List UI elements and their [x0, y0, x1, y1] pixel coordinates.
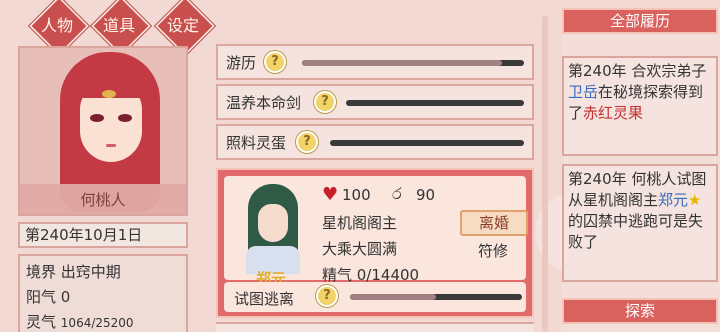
spouse-task-row: 试图逃离 ? [224, 282, 526, 312]
history-item: 赤红灵果 [583, 104, 644, 122]
task-scrollbar[interactable] [542, 16, 548, 332]
realm-row: 境界 出窍中期 [26, 260, 180, 285]
spouse-card[interactable]: 郑元 ♥ 100 ර 90 星机阁阁主 大乘大圆满 精气 0/14400 离婚 … [216, 168, 534, 318]
yang-label: 阳气 [26, 288, 57, 306]
tab-character-label: 人物 [40, 16, 73, 35]
task-progress-bar [346, 100, 524, 106]
spouse-title: 星机阁阁主 [322, 214, 398, 232]
tab-items-label: 道具 [102, 16, 135, 35]
right-eye [118, 114, 132, 122]
spouse-task-progress-fill [350, 294, 436, 300]
history-text: 第240年 合欢宗弟子 [568, 62, 707, 80]
question-icon[interactable]: ? [314, 91, 336, 113]
spouse-info: 郑元 ♥ 100 ර 90 星机阁阁主 大乘大圆满 精气 0/14400 离婚 … [224, 176, 528, 288]
left-eye [90, 114, 104, 122]
spirit-value: 1064/25200 [60, 316, 134, 330]
realm-label: 境界 [26, 263, 57, 281]
task-progress-bar [330, 140, 524, 146]
spirit-label: 灵气 [26, 313, 57, 331]
tab-items[interactable]: 道具 [88, 2, 150, 46]
player-name: 何桃人 [20, 184, 186, 214]
game-date: 第240年10月1日 [18, 222, 188, 248]
player-portrait[interactable]: 何桃人 [18, 46, 188, 216]
heart-icon: ♥ [322, 184, 339, 205]
task-row-travel[interactable]: 游历 ? [216, 44, 534, 80]
handcuffs-icon: ර [392, 184, 402, 203]
task-progress-bar [302, 60, 524, 66]
history-entry: 第240年 合欢宗弟子卫岳在秘境探索得到了赤红灵果 [562, 56, 718, 156]
spouse-task-progress-bar [350, 294, 522, 300]
avatar-face [258, 204, 288, 242]
history-name: 郑元 [658, 191, 689, 209]
star-icon: ★ [688, 191, 702, 209]
captivity-value: 90 [416, 186, 436, 204]
forehead-gem-icon [102, 90, 116, 98]
spouse-task-label: 试图逃离 [234, 290, 295, 308]
mouth [106, 144, 116, 147]
yang-row: 阳气 0 [26, 285, 180, 310]
tab-settings-label: 设定 [166, 16, 199, 35]
task-label: 照料灵蛋 [226, 134, 287, 152]
player-stats: 境界 出窍中期 阳气 0 灵气 1064/25200 [18, 254, 188, 332]
question-icon[interactable]: ? [264, 51, 286, 73]
task-row-egg[interactable]: 照料灵蛋 ? [216, 124, 534, 160]
spouse-avatar[interactable] [240, 184, 306, 274]
realm-value: 出窍中期 [60, 263, 121, 281]
history-header[interactable]: 全部履历 [562, 8, 718, 34]
affection-value: 100 [342, 186, 371, 204]
question-icon[interactable]: ? [316, 285, 338, 307]
explore-button[interactable]: 探索 [562, 298, 718, 324]
tab-settings[interactable]: 设定 [152, 2, 214, 46]
next-row-partial [216, 322, 534, 332]
history-name: 卫岳 [568, 83, 599, 101]
tab-character[interactable]: 人物 [26, 2, 88, 46]
yang-value: 0 [60, 288, 71, 306]
task-label: 温养本命剑 [226, 94, 302, 112]
spouse-class: 符修 [478, 242, 509, 260]
spirit-row: 灵气 1064/25200 [26, 310, 180, 332]
task-label: 游历 [226, 54, 257, 72]
task-row-sword[interactable]: 温养本命剑 ? [216, 84, 534, 120]
history-entry: 第240年 何桃人试图从星机阁阁主郑元★的囚禁中逃跑可是失败了 [562, 164, 718, 282]
question-icon[interactable]: ? [296, 131, 318, 153]
spouse-cultivation: 大乘大圆满 [322, 240, 398, 258]
divorce-button[interactable]: 离婚 [460, 210, 528, 236]
history-text: 的囚禁中逃跑可是失败了 [568, 212, 704, 251]
task-progress-fill [302, 60, 502, 66]
